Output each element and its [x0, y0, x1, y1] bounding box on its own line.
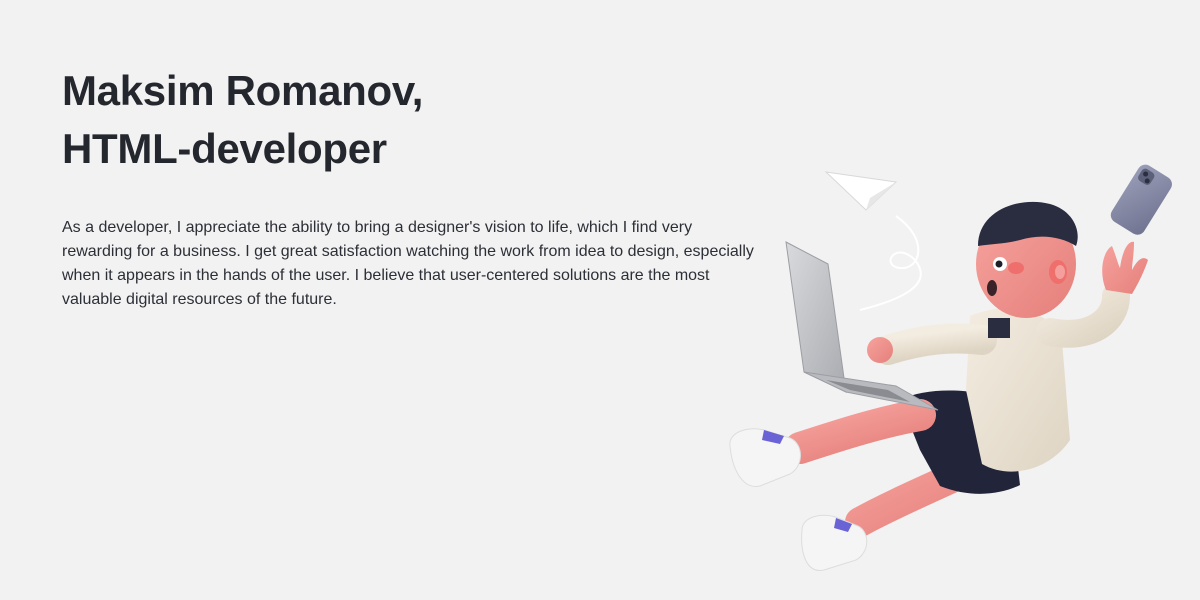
bio-paragraph: As a developer, I appreciate the ability…	[62, 219, 754, 308]
flying-developer-illustration	[729, 164, 1172, 571]
phone-icon	[1110, 164, 1172, 235]
paper-plane-icon	[824, 171, 922, 311]
intro-block: Maksim Romanov, HTML-developer As a deve…	[62, 62, 762, 312]
hero-section: Maksim Romanov, HTML-developer As a deve…	[0, 0, 1200, 600]
title-name: Maksim Romanov,	[62, 67, 424, 114]
leg-upper	[729, 399, 936, 487]
hand-icon	[1102, 241, 1148, 294]
title-role: HTML-developer	[62, 125, 387, 172]
laptop-icon	[785, 241, 939, 411]
page-title: Maksim Romanov, HTML-developer	[62, 62, 762, 178]
